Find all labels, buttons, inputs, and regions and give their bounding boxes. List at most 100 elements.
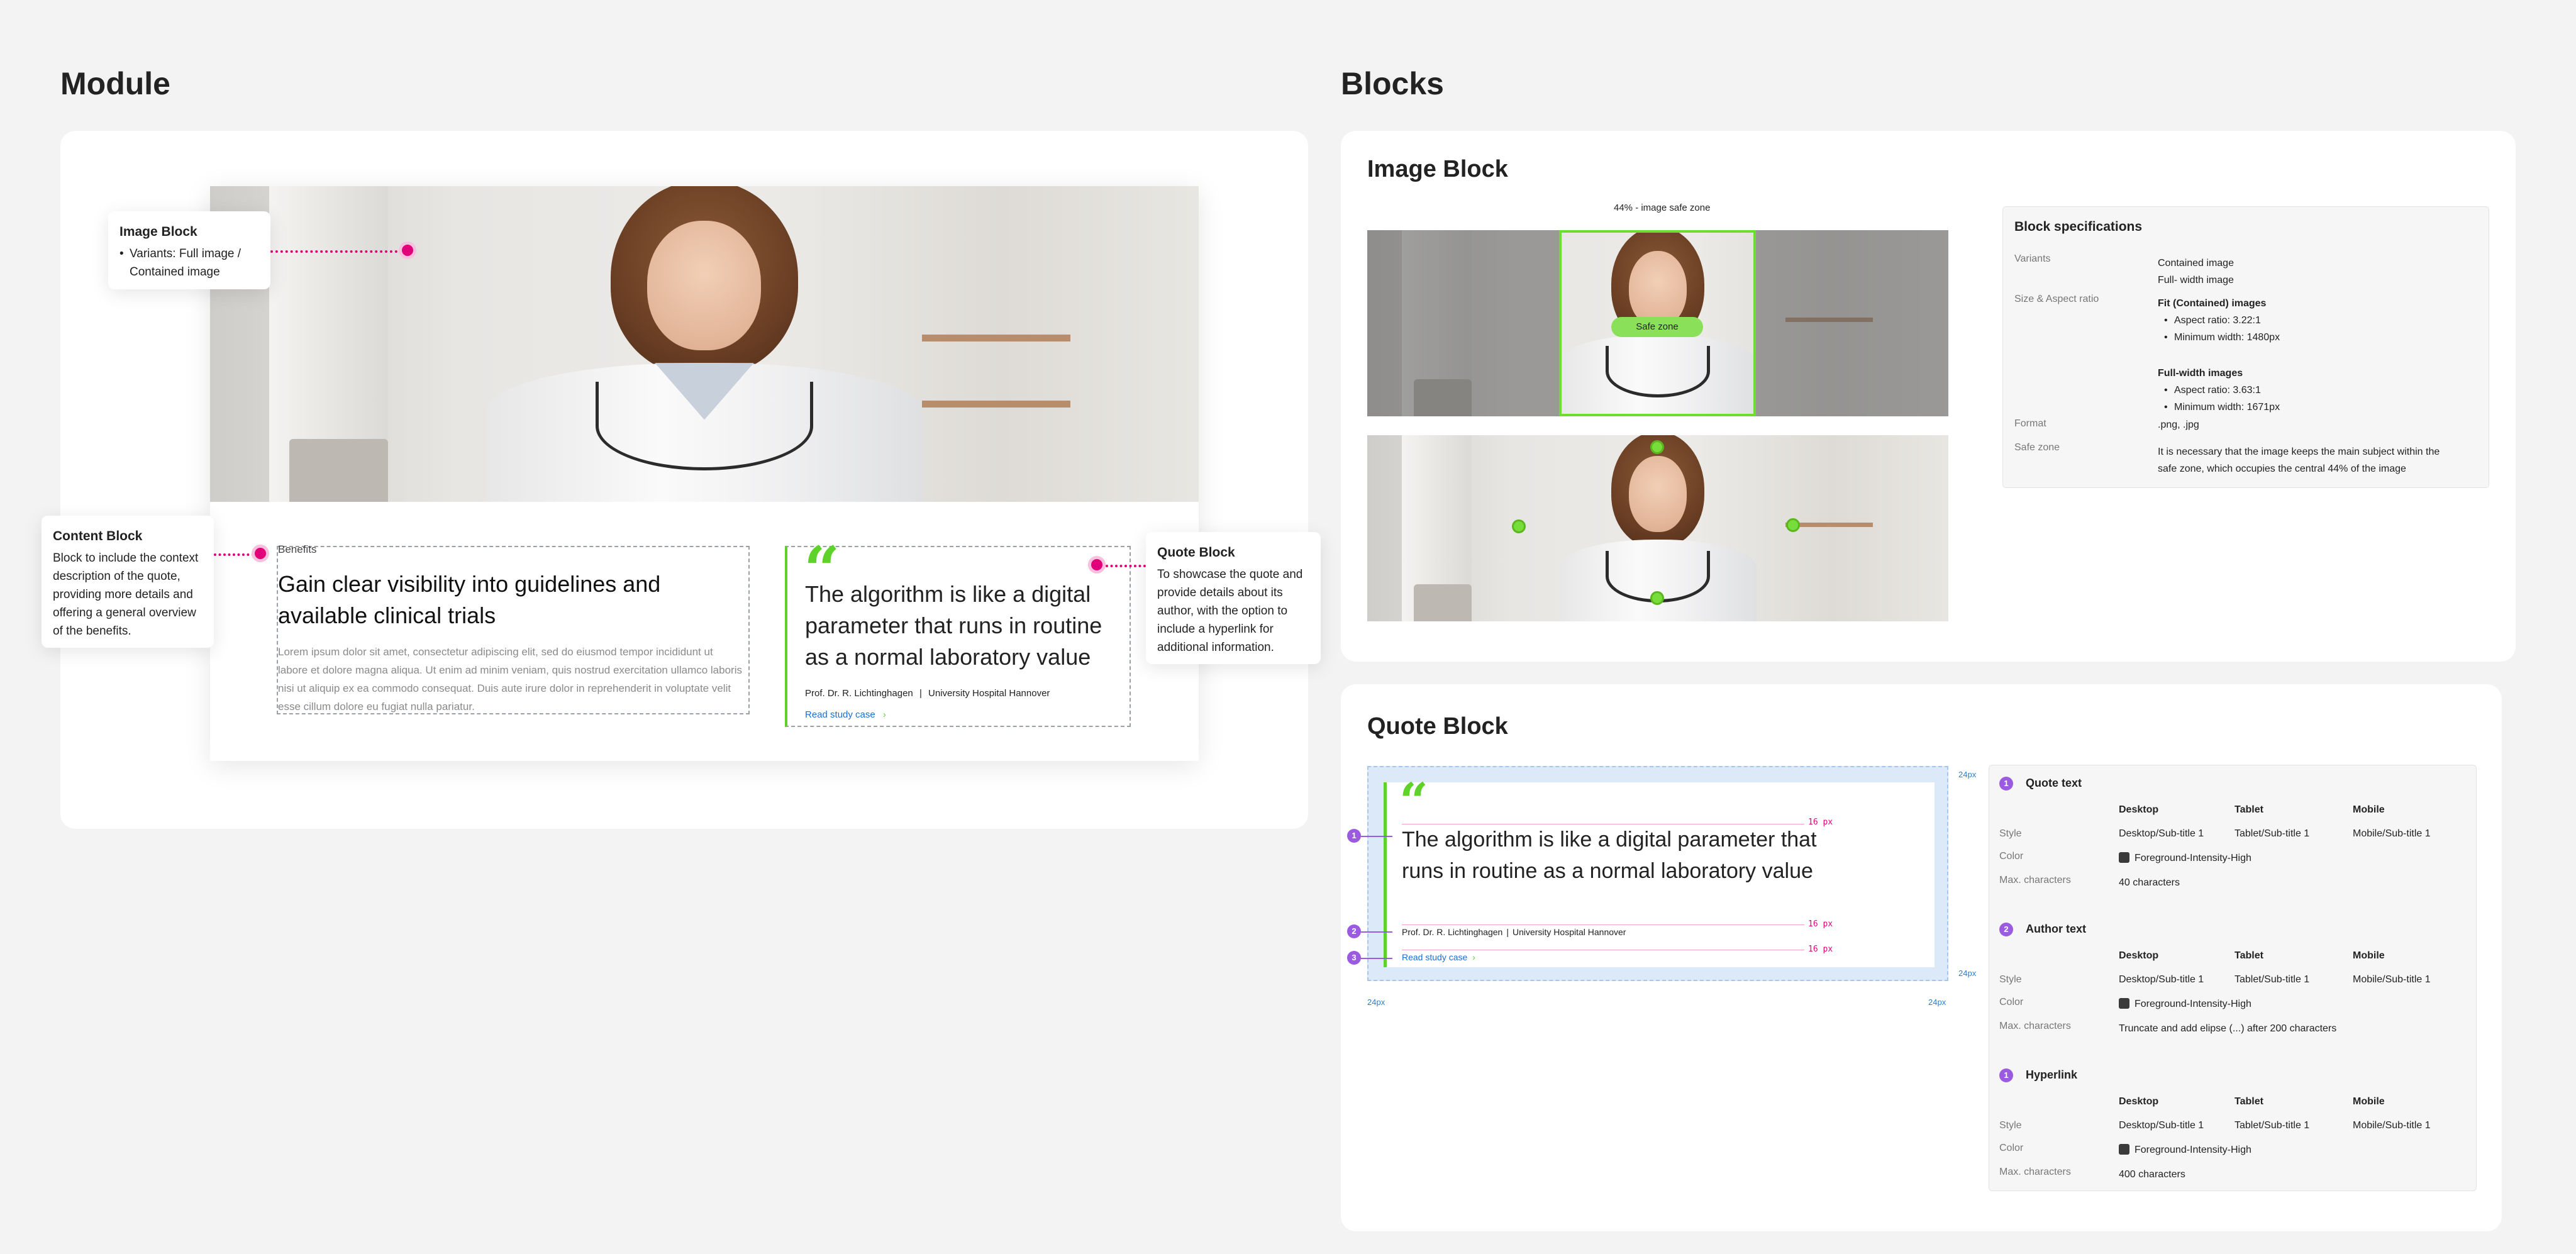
chevron-right-icon: › [882,709,886,720]
row-label: Style [1999,1120,2022,1131]
marker-line [1361,958,1392,959]
spec-number: 1 [1999,777,2013,791]
cell: Mobile/Sub-title 1 [2353,828,2431,839]
col-header: Tablet [2235,804,2263,815]
col-header: Tablet [2235,1096,2263,1107]
preview-quote-text: The algorithm is like a digital paramete… [1402,828,1817,883]
cell: Foreground-Intensity-High [2119,998,2251,1010]
spec-section-title: Hyperlink [2026,1068,2078,1081]
callout-bullet: • Variants: Full image / Contained image [119,247,242,279]
row-label: Color [1999,1143,2024,1153]
marker-3: 3 [1347,951,1361,965]
hero-image [210,186,1199,502]
blocks-heading: Blocks [1341,66,1444,101]
padding-annotation: 24px [1367,997,1385,1007]
module-card: Benefits Gain clear visibility into guid… [210,186,1199,761]
spec-section-title: Author text [2026,923,2086,935]
content-block-callout: Content Block Block to include the conte… [42,516,214,648]
marker-1: 1 [1347,829,1361,843]
spacing-annotation: 16 px [1808,818,1833,827]
row-label: Style [1999,974,2022,985]
content-block: Benefits Gain clear visibility into guid… [277,543,750,714]
callout-title: Content Block [53,529,143,543]
quote-mark-icon: “ [1399,772,1429,831]
content-body: Lorem ipsum dolor sit amet, consectetur … [278,646,742,713]
cell: Tablet/Sub-title 1 [2235,1120,2310,1131]
cell: Desktop/Sub-title 1 [2119,1120,2204,1131]
safe-zone-caption: 44% - image safe zone [1614,203,1711,213]
callout-text: To showcase the quote and provide detail… [1157,568,1303,654]
cell: Mobile/Sub-title 1 [2353,1120,2431,1131]
read-study-link-label: Read study case [805,709,875,720]
padding-annotation: 24px [1928,997,1946,1007]
cell: Tablet/Sub-title 1 [2235,974,2310,985]
cell: 40 characters [2119,877,2180,888]
quote-block: “ The algorithm is like a digital parame… [785,538,1131,727]
image-block-callout: Image Block • Variants: Full image / Cont… [108,211,270,289]
marker-line [1361,836,1392,837]
cell: Desktop/Sub-title 1 [2119,974,2204,985]
image-block-pin-icon[interactable] [399,241,416,259]
callout-title: Image Block [119,225,197,239]
row-label: Color [1999,997,2024,1007]
padding-annotation: 24px [1958,968,1977,978]
handle-left-icon[interactable] [1512,519,1526,533]
spec-label: Variants [2014,253,2051,264]
row-label: Max. characters [1999,1021,2071,1031]
image-block-title: Image Block [1367,156,1508,182]
safe-zone-image: Safe zone [1367,230,1948,416]
color-swatch-icon [2119,998,2129,1009]
row-label: Color [1999,851,2024,862]
row-label: Max. characters [1999,875,2071,885]
quote-block-pin-icon[interactable] [1088,556,1106,574]
image-block-spec: Block specifications Variants Contained … [2002,206,2489,488]
handle-top-icon[interactable] [1650,440,1664,454]
spec-label: Size & Aspect ratio [2014,294,2099,304]
quote-author: Prof. Dr. R. Lichtinghagen | University … [805,688,1050,699]
cell: Foreground-Intensity-High [2119,1144,2251,1156]
cell: Tablet/Sub-title 1 [2235,828,2310,839]
row-label: Max. characters [1999,1167,2071,1177]
spec-label: Format [2014,418,2046,429]
spec-number: 1 [1999,1068,2013,1082]
cell: Desktop/Sub-title 1 [2119,828,2204,839]
chevron-right-icon: › [1472,952,1475,962]
col-header: Tablet [2235,950,2263,961]
col-header: Desktop [2119,950,2159,961]
content-block-pin-icon[interactable] [252,545,269,562]
col-header: Mobile [2353,804,2385,815]
content-block-connector [214,553,254,556]
handle-right-icon[interactable] [1786,518,1800,532]
quote-preview-inner: “ The algorithm is like a digital parame… [1384,776,1935,967]
spec-value: .png, .jpg [2158,419,2199,430]
quote-text: The algorithm is like a digital paramete… [805,581,1102,670]
spacing-annotation: 16 px [1808,945,1833,954]
cell: 400 characters [2119,1169,2185,1180]
spec-value: It is necessary that the image keeps the… [2158,447,2440,474]
cell: Truncate and add elipse (...) after 200 … [2119,1023,2337,1034]
spec-value: Fit (Contained) images • Aspect ratio: 3.… [2158,298,2280,413]
marker-2: 2 [1347,924,1361,938]
color-swatch-icon [2119,1144,2129,1155]
image-block-connector [270,250,402,253]
spec-number: 2 [1999,923,2013,936]
spacing-annotation: 16 px [1808,919,1833,929]
callout-title: Quote Block [1157,545,1235,560]
callout-text: Block to include the context description… [53,552,199,638]
preview-link[interactable]: Read study case › [1402,952,1475,962]
preview-author: Prof. Dr. R. Lichtinghagen | University Ho… [1402,927,1626,937]
cell: Mobile/Sub-title 1 [2353,974,2431,985]
col-header: Mobile [2353,950,2385,961]
quote-preview: “ The algorithm is like a digital parame… [1367,766,1948,981]
module-heading: Module [60,66,170,101]
content-eyebrow: Benefits [278,543,317,555]
col-header: Desktop [2119,1096,2159,1107]
marker-line [1361,931,1392,933]
read-study-link[interactable]: Read study case › [805,709,886,720]
quote-block-title: Quote Block [1367,713,1508,740]
safe-zone-label: Safe zone [1611,317,1703,337]
quote-block-connector [1106,565,1146,567]
handle-bottom-icon[interactable] [1650,591,1664,605]
overlay-left [1367,230,1559,416]
col-header: Desktop [2119,804,2159,815]
